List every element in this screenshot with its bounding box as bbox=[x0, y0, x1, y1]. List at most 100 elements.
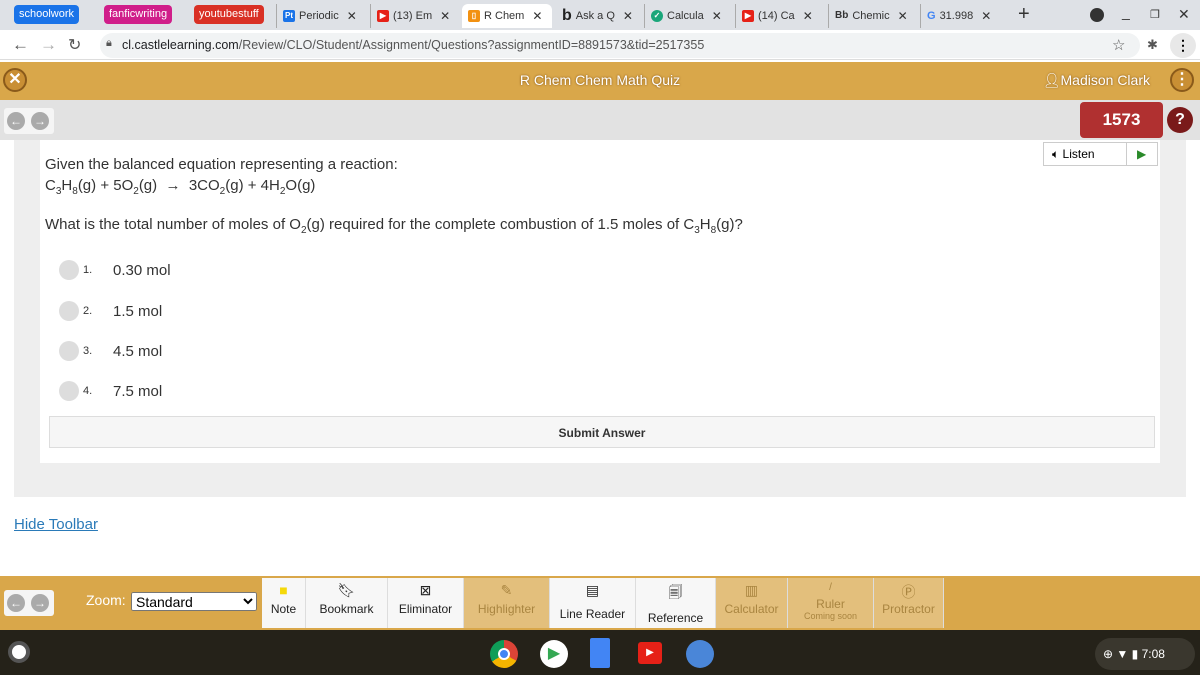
radio-button[interactable] bbox=[59, 381, 79, 401]
extensions-icon[interactable]: ✱ bbox=[1147, 37, 1158, 53]
reference-tool[interactable]: 🗐︎ Reference bbox=[636, 578, 716, 628]
next-question-button[interactable]: → bbox=[31, 112, 49, 130]
bookmark-youtubestuff[interactable]: youtubestuff bbox=[194, 5, 264, 24]
chrome-icon[interactable] bbox=[490, 640, 518, 668]
browser-tab[interactable]: b Ask a Q ✕ bbox=[556, 4, 639, 28]
google-icon: G bbox=[927, 10, 936, 22]
youtube-icon: ▶ bbox=[377, 10, 389, 22]
browser-tab-active[interactable]: ▯ R Chem ✕ bbox=[462, 4, 552, 28]
help-button[interactable]: ? bbox=[1167, 107, 1193, 133]
quiz-title: R Chem Chem Math Quiz bbox=[519, 72, 681, 88]
option-number: 4. bbox=[83, 385, 93, 397]
periodic-icon: Pt bbox=[283, 10, 295, 22]
tool-label: Ruler bbox=[816, 597, 845, 611]
note-icon: ■ bbox=[279, 582, 288, 598]
answer-option[interactable]: 1. 0.30 mol bbox=[53, 256, 1153, 284]
line-reader-tool[interactable]: ▤ Line Reader bbox=[550, 578, 636, 628]
more-options-button[interactable]: ⋮ bbox=[1170, 68, 1194, 92]
blackboard-icon: Bb bbox=[835, 10, 849, 21]
tool-label: Line Reader bbox=[559, 607, 626, 621]
toolbar-nav: ← → bbox=[4, 590, 54, 616]
question-prompt: What is the total number of moles of O2(… bbox=[45, 216, 743, 236]
browser-tab[interactable]: ▶ (14) Ca ✕ bbox=[735, 4, 819, 28]
next-button[interactable]: → bbox=[31, 594, 49, 612]
youtube-app-icon[interactable]: ▶ bbox=[638, 642, 662, 664]
reference-icon: 🗐︎ bbox=[668, 584, 683, 600]
browser-tab[interactable]: Pt Periodic ✕ bbox=[276, 4, 363, 28]
zoom-select[interactable]: Standard bbox=[131, 592, 257, 611]
browser-tab[interactable]: ▶ (13) Em ✕ bbox=[370, 4, 456, 28]
answer-option[interactable]: 4. 7.5 mol bbox=[53, 377, 1153, 405]
option-text: 1.5 mol bbox=[113, 302, 163, 320]
play-store-icon[interactable]: ▶ bbox=[540, 640, 568, 668]
bookmark-schoolwork[interactable]: schoolwork bbox=[14, 5, 80, 24]
question-intro: Given the balanced equation representing… bbox=[45, 156, 398, 173]
close-icon[interactable]: ✕ bbox=[803, 4, 813, 28]
answer-option[interactable]: 3. 4.5 mol bbox=[53, 337, 1153, 365]
play-icon[interactable]: ▶ bbox=[1126, 143, 1146, 165]
ruler-tool[interactable]: / Ruler Coming soon bbox=[788, 578, 874, 628]
calculator-icon: ▥ bbox=[744, 582, 759, 598]
protractor-tool[interactable]: Ⓟ Protractor bbox=[874, 578, 944, 628]
radio-button[interactable] bbox=[59, 301, 79, 321]
submit-answer-button[interactable]: Submit Answer bbox=[49, 416, 1155, 448]
ruler-icon: / bbox=[829, 582, 832, 593]
profile-icon[interactable] bbox=[1090, 8, 1104, 22]
star-icon[interactable]: ☆ bbox=[1112, 36, 1125, 54]
bookmark-icon: 🔖︎ bbox=[337, 582, 356, 598]
close-icon[interactable]: ✕ bbox=[440, 4, 450, 28]
close-icon[interactable]: ✕ bbox=[532, 4, 542, 28]
forward-icon[interactable]: → bbox=[40, 35, 57, 55]
back-icon[interactable]: ← bbox=[12, 35, 29, 55]
close-icon[interactable]: ✕ bbox=[623, 4, 633, 28]
protractor-icon: Ⓟ bbox=[901, 584, 916, 600]
restore-icon[interactable]: ❐ bbox=[1150, 8, 1160, 21]
highlighter-tool[interactable]: ✎ Highlighter bbox=[464, 578, 550, 628]
reload-icon[interactable]: ↻ bbox=[68, 35, 81, 55]
question-nav: ← → bbox=[4, 108, 54, 134]
highlighter-icon: ✎ bbox=[500, 582, 513, 598]
clock: 7:08 bbox=[1141, 647, 1165, 661]
bartleby-icon: b bbox=[562, 7, 572, 24]
close-icon[interactable]: ✕ bbox=[712, 4, 722, 28]
messages-icon[interactable] bbox=[686, 640, 714, 668]
close-window-icon[interactable]: ✕ bbox=[1178, 6, 1190, 23]
close-icon[interactable]: ✕ bbox=[981, 4, 991, 28]
bookmark-fanficwriting[interactable]: fanficwriting bbox=[104, 5, 173, 24]
close-icon[interactable]: ✕ bbox=[898, 4, 908, 28]
menu-icon[interactable]: ⋮ bbox=[1170, 33, 1196, 58]
option-text: 0.30 mol bbox=[113, 261, 171, 279]
eliminator-tool[interactable]: ⊠ Eliminator bbox=[388, 578, 464, 628]
note-tool[interactable]: ■ Note bbox=[262, 578, 306, 628]
browser-tab[interactable]: Bb Chemic ✕ bbox=[828, 4, 914, 28]
tab-label: Chemic bbox=[852, 10, 890, 22]
listen-button[interactable]: 🔈︎ Listen ▶ bbox=[1043, 142, 1158, 166]
browser-tab[interactable]: ✓ Calcula ✕ bbox=[644, 4, 728, 28]
status-tray[interactable]: ⊕ ▼ ▮ 7:08 bbox=[1095, 638, 1195, 670]
launcher-icon[interactable] bbox=[8, 641, 30, 663]
hide-toolbar-link[interactable]: Hide Toolbar bbox=[14, 516, 98, 533]
tab-label: R Chem bbox=[484, 10, 525, 22]
user-name[interactable]: 👤︎Madison Clark bbox=[1043, 72, 1150, 89]
tool-label: Bookmark bbox=[319, 602, 374, 616]
answer-option[interactable]: 2. 1.5 mol bbox=[53, 297, 1153, 325]
lock-icon: 🔒︎ bbox=[106, 37, 112, 49]
docs-icon[interactable] bbox=[590, 638, 610, 668]
browser-tab[interactable]: G 31.998 ✕ bbox=[920, 4, 997, 28]
add-icon: ⊕ bbox=[1103, 647, 1114, 661]
previous-question-button[interactable]: ← bbox=[7, 112, 25, 130]
url-input[interactable]: cl.castlelearning.com/Review/CLO/Student… bbox=[100, 33, 1140, 58]
url-path: /Review/CLO/Student/Assignment/Questions… bbox=[238, 38, 705, 52]
close-icon[interactable]: ✕ bbox=[347, 4, 357, 28]
youtube-icon: ▶ bbox=[742, 10, 754, 22]
minimize-icon[interactable]: _ bbox=[1122, 4, 1130, 20]
eliminator-icon: ⊠ bbox=[419, 582, 432, 598]
new-tab-icon[interactable]: + bbox=[1018, 3, 1030, 26]
previous-button[interactable]: ← bbox=[7, 594, 25, 612]
radio-button[interactable] bbox=[59, 341, 79, 361]
url-domain: cl.castlelearning.com bbox=[122, 38, 239, 52]
radio-button[interactable] bbox=[59, 260, 79, 280]
calculator-tool[interactable]: ▥ Calculator bbox=[716, 578, 788, 628]
tab-label: Periodic bbox=[299, 10, 339, 22]
bookmark-tool[interactable]: 🔖︎ Bookmark bbox=[306, 578, 388, 628]
